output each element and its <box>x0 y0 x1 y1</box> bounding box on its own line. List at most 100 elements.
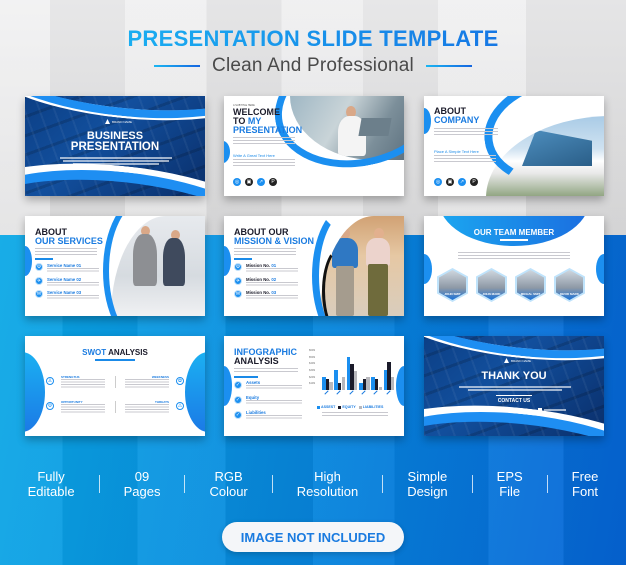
chart-icon[interactable]: ↗ <box>458 178 466 186</box>
chart-icon[interactable]: ↗ <box>257 178 265 186</box>
bar-liabilities <box>378 386 383 390</box>
services-line2: OUR SERVICES <box>35 236 103 246</box>
side-arc <box>424 254 432 284</box>
item-text <box>246 385 302 389</box>
features-row: Fully Editable 09 Pages RGB Colour High Resolut… <box>0 469 626 499</box>
legend-item-liabilities: LIABILITIES <box>358 405 383 409</box>
feature-line2: File <box>499 484 521 499</box>
swot-divider <box>115 376 116 388</box>
swot-text <box>125 404 169 413</box>
slide-welcome[interactable]: A SUBTITLE HERE WELCOME TO MY PRESENTATI… <box>224 96 404 196</box>
slide-business-presentation[interactable]: BRAND NAME BUSINESS PRESENTATION <box>25 96 205 196</box>
feature-line2: Resolution <box>296 484 359 499</box>
chart-legend: ASSEST EQUITY LIABILITIES <box>317 405 383 409</box>
about-sub: Place A Simple Text Here <box>434 149 479 154</box>
feature-line2: Editable <box>27 484 75 499</box>
bar-liabilities <box>390 376 395 390</box>
feature-line2: Font <box>572 484 599 499</box>
dribbble-icon[interactable]: ◎ <box>434 178 442 186</box>
feature-line1: 09 <box>134 469 150 484</box>
service-item-text <box>47 268 99 272</box>
feature-separator <box>382 475 384 493</box>
feature-line2: Colour <box>209 484 248 499</box>
title-underline <box>35 258 53 260</box>
y-tick-label: $30M <box>309 369 316 372</box>
feature-separator <box>184 475 186 493</box>
y-tick-label: $20M <box>309 375 316 379</box>
feature-item: Free Font <box>572 469 599 499</box>
dribbble-icon[interactable]: ◎ <box>233 178 241 186</box>
instagram-icon[interactable]: ▣ <box>446 178 454 186</box>
title-underline <box>234 258 252 260</box>
mission-icon: ⚙ <box>234 263 242 271</box>
pinterest-icon[interactable]: P <box>470 178 478 186</box>
slide-about-services[interactable]: ABOUT OUR SERVICES ⚙ Service Name 01 ✈ S… <box>25 216 205 316</box>
divider-left <box>154 65 201 67</box>
side-arc <box>396 366 404 406</box>
feature-line1: Fully <box>37 469 65 484</box>
brand-logo: BRAND NAME <box>504 358 531 363</box>
x-tick-mark <box>324 390 329 395</box>
slide-about-company[interactable]: ABOUT COMPANY Place A Simple Text Here ◎… <box>424 96 604 196</box>
image-not-included-badge: IMAGE NOT INCLUDED <box>222 522 404 552</box>
phone-contact[interactable] <box>462 408 484 412</box>
x-tick-mark <box>349 390 354 395</box>
bar-liabilities <box>366 376 370 390</box>
team-member-card[interactable]: JOHN SMIT <box>437 268 468 302</box>
slide-thank-you[interactable]: BRAND NAME THANK YOU CONTACT US <box>424 336 604 436</box>
team-member-card[interactable]: DEVID MARK <box>554 268 585 302</box>
subtitle-row: Clean And Professional <box>0 55 626 77</box>
slide-infographic-analysis[interactable]: INFOGRAPHIC ANALYSIS ✓ Assets ✓ Equity ✓… <box>224 336 404 436</box>
logo-icon <box>504 358 509 363</box>
page-title: PRESENTATION SLIDE TEMPLATE <box>0 26 626 52</box>
body-text <box>234 248 296 257</box>
address-contact[interactable] <box>538 408 566 412</box>
x-tick-mark <box>373 390 378 395</box>
email-icon <box>500 408 504 412</box>
feature-line1: High <box>314 469 341 484</box>
y-tick-label: $40M <box>309 362 316 366</box>
legend-item-assets: ASSEST <box>317 405 335 409</box>
instagram-icon[interactable]: ▣ <box>245 178 253 186</box>
feature-item: Fully Editable <box>28 469 75 499</box>
mission-item-text <box>246 295 298 299</box>
feature-item: Simple Design <box>407 469 447 499</box>
logo-text: BRAND NAME <box>511 358 532 363</box>
infographic-line2: ANALYSIS <box>234 356 279 366</box>
item-text <box>246 415 302 419</box>
feature-line1: RGB <box>214 469 243 484</box>
title-underline <box>95 359 135 361</box>
feature-separator <box>471 475 473 493</box>
team-member-card[interactable]: JOHN MARK <box>476 268 507 302</box>
side-arc <box>596 254 604 284</box>
chart-caption <box>322 412 388 417</box>
pinterest-icon[interactable]: P <box>269 178 277 186</box>
about-line2: COMPANY <box>434 115 480 125</box>
mission-line2: MISSION & VISION <box>234 236 315 246</box>
bar-chart: $60M $50M $40M $30M $20M $10M <box>309 349 395 395</box>
slide-mission-vision[interactable]: ABOUT OUR MISSION & VISION ⚙ Mission No.… <box>224 216 404 316</box>
side-arc <box>224 366 232 406</box>
body-text <box>434 155 496 164</box>
threats-icon: ⚠ <box>176 402 184 410</box>
slide-team-member[interactable]: OUR TEAM MEMBER JOHN SMIT JOHN MARK MICH… <box>424 216 604 316</box>
mission-icon: ✈ <box>234 277 242 285</box>
slide-title-line2: PRESENTATION <box>70 141 160 153</box>
y-tick-label: $50M <box>309 355 316 359</box>
check-icon: ✓ <box>234 411 242 419</box>
bar-liabilities <box>341 376 346 390</box>
slide-swot-analysis[interactable]: SWOT ANALYSIS ♙ ⚙ ✿ ⚠ STRENGTHS OPPORTUN… <box>25 336 205 436</box>
x-tick-mark <box>386 390 391 395</box>
strength-icon: ♙ <box>46 377 54 385</box>
body-text <box>63 160 169 162</box>
email-contact[interactable] <box>500 408 528 412</box>
feature-item: RGB Colour <box>209 469 247 499</box>
side-arc <box>25 352 45 432</box>
logo-text: BRAND NAME <box>112 119 133 124</box>
contact-us-heading: CONTACT US <box>497 398 531 404</box>
swot-text <box>125 379 169 388</box>
wave-decoration <box>103 216 183 316</box>
team-member-card[interactable]: MICHAL SMIT <box>515 268 546 302</box>
opportunity-icon: ⚙ <box>46 402 54 410</box>
feature-item: 09 Pages <box>124 469 161 499</box>
